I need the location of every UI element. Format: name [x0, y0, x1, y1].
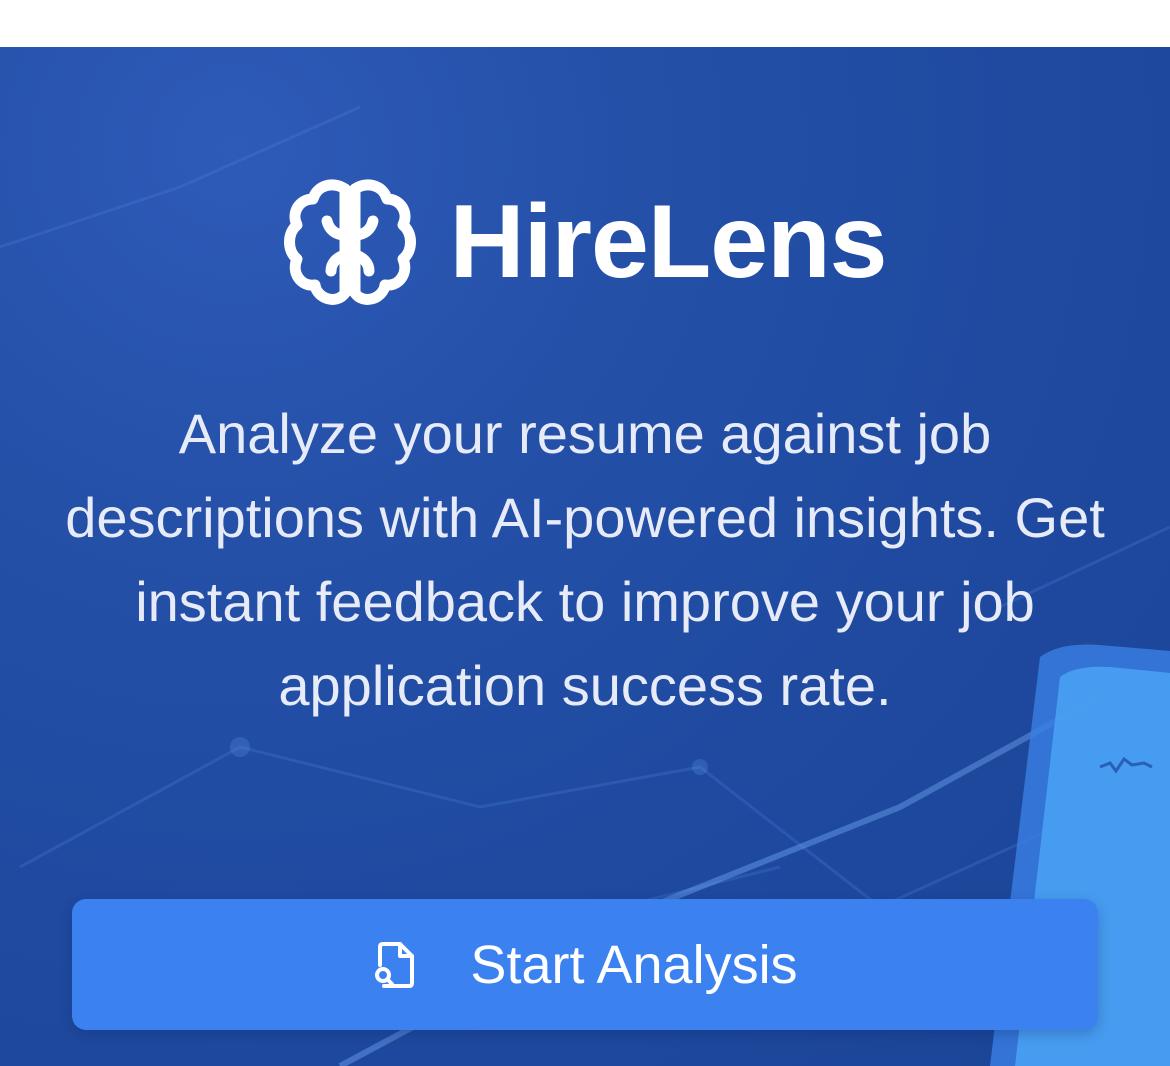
start-analysis-button[interactable]: Start Analysis: [72, 899, 1098, 1030]
status-bar-area: [0, 0, 1170, 47]
brand-name: HireLens: [449, 184, 887, 300]
file-search-icon: [375, 941, 415, 988]
hero-section: HireLens Analyze your resume against job…: [0, 47, 1170, 1066]
hero-tagline: Analyze your resume against job descript…: [65, 402, 1105, 717]
brand-logo: HireLens: [0, 172, 1170, 312]
brain-icon: [284, 179, 417, 305]
start-analysis-label: Start Analysis: [470, 934, 798, 995]
